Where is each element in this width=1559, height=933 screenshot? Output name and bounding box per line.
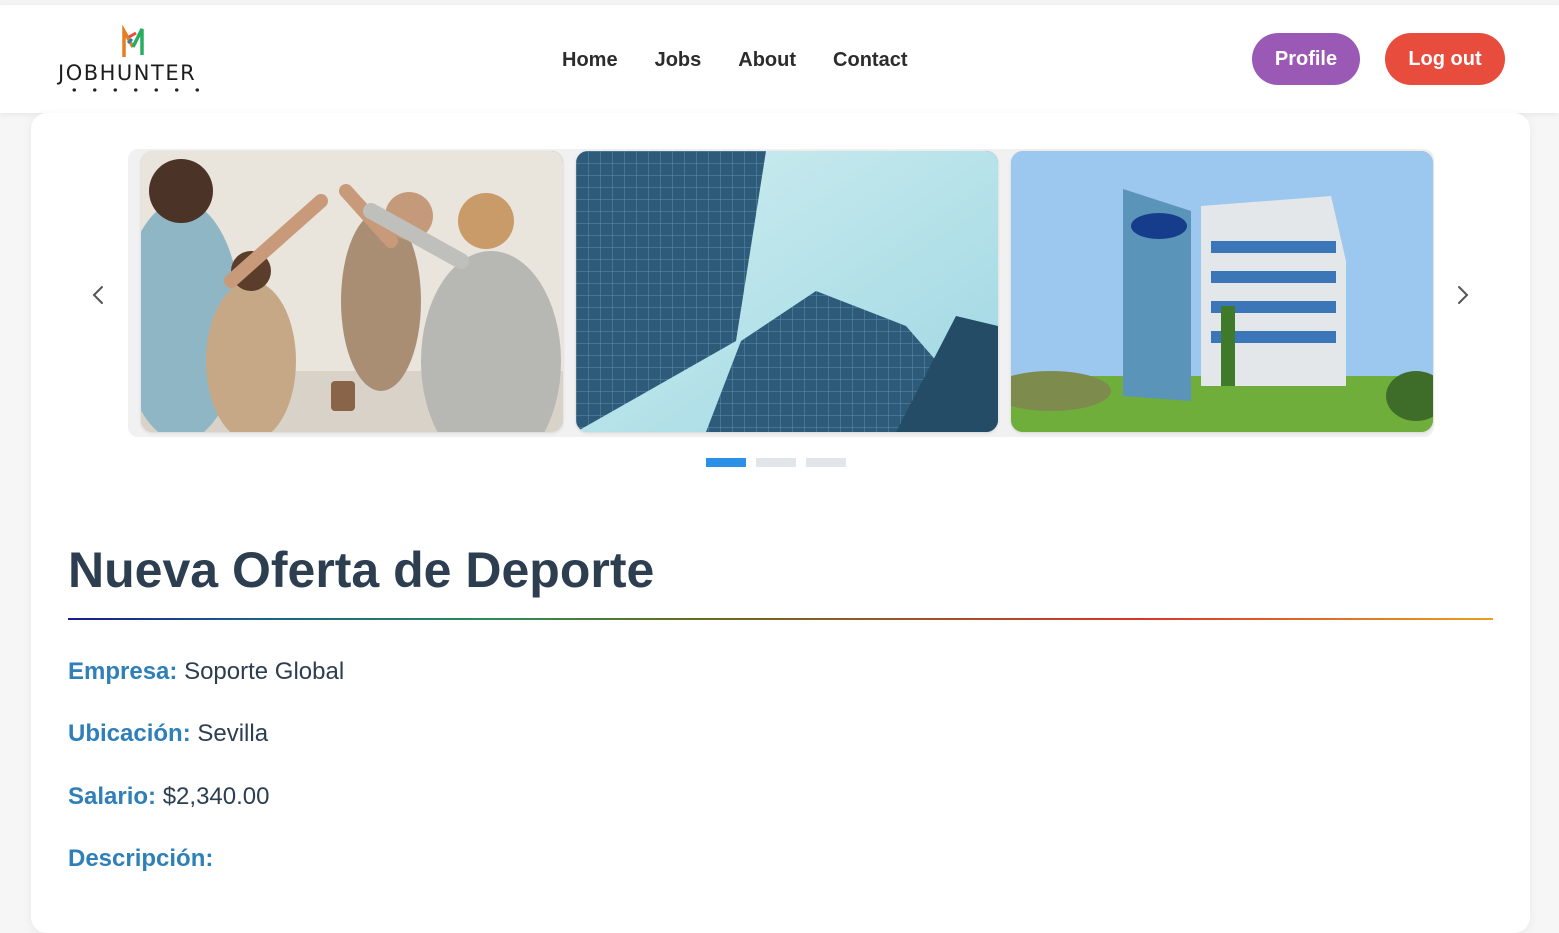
logout-button[interactable]: Log out [1385,33,1505,85]
company-label: Empresa: [68,658,178,685]
nav-about[interactable]: About [738,49,796,72]
team-high-five-photo-icon [141,151,563,432]
description-row: Descripción: [68,845,213,873]
carousel-dot-2[interactable] [756,458,796,467]
navbar: JOBHUNTER Home Jobs About Contact Profil… [0,5,1559,113]
carousel-slide-team-photo [141,151,563,432]
profile-button[interactable]: Profile [1252,33,1360,85]
location-label: Ubicación: [68,720,191,747]
location-row: Ubicación: Sevilla [68,720,268,748]
salary-value: $2,340.00 [162,783,270,810]
main-nav: Home Jobs About Contact [562,49,944,72]
location-value: Sevilla [197,720,269,747]
salary-row: Salario: $2,340.00 [68,783,269,811]
nav-jobs[interactable]: Jobs [655,49,702,72]
carousel-indicators [706,458,846,467]
nav-home[interactable]: Home [562,49,618,72]
job-detail-card: Nueva Oferta de Deporte Empresa: Soporte… [31,113,1530,933]
carousel-slide-skyscrapers [576,151,998,432]
brand-name: JOBHUNTER [58,61,197,85]
page-title: Nueva Oferta de Deporte [68,542,655,598]
carousel-next-button[interactable] [1449,283,1477,307]
ford-office-building-photo-icon [1011,151,1433,432]
glass-skyscrapers-photo-icon [576,151,998,432]
logo-mark-icon [122,25,144,57]
carousel-slide-ford-building [1011,151,1433,432]
nav-contact[interactable]: Contact [833,49,907,72]
company-row: Empresa: Soporte Global [68,658,344,686]
title-divider [68,618,1493,620]
description-label: Descripción: [68,845,214,872]
carousel-dot-1[interactable] [706,458,746,467]
company-value: Soporte Global [184,658,345,685]
carousel-prev-button[interactable] [84,283,112,307]
logo-dots [64,88,206,92]
brand-logo[interactable]: JOBHUNTER [58,23,218,98]
chevron-left-icon [92,286,103,304]
carousel-dot-3[interactable] [806,458,846,467]
salary-label: Salario: [68,783,157,810]
chevron-right-icon [1458,286,1469,304]
